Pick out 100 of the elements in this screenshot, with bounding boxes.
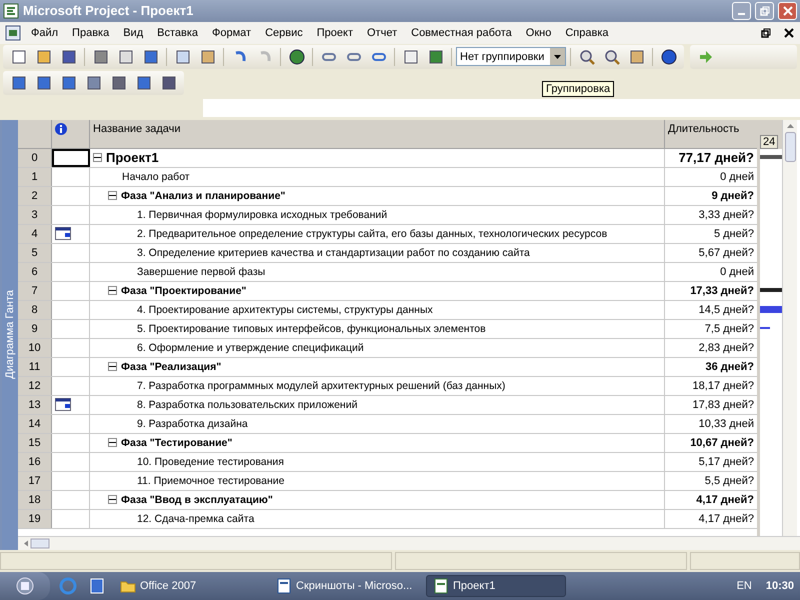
grouping-dropdown[interactable]: Нет группировки (456, 47, 566, 66)
duration-cell-text: 0 дней (719, 264, 755, 280)
collapse-toggle[interactable] (108, 286, 117, 296)
tooltip: Группировка (542, 81, 614, 97)
row-number: 12 (18, 376, 52, 395)
task-name: 10. Проведение тестирования (137, 456, 284, 468)
task-name: 4. Проектирование архитектуры системы, структуры данных (137, 304, 433, 316)
app-icon (3, 2, 19, 19)
zoom-out-icon (604, 48, 620, 65)
restore-icon (760, 6, 770, 16)
collapse-toggle[interactable] (108, 362, 117, 372)
duration-cell-text: 9 дней? (710, 188, 755, 204)
close-icon (784, 28, 794, 38)
entry-field[interactable] (203, 98, 800, 117)
task-name: 7. Разработка программных модулей архитектурных решений (баз данных) (137, 380, 506, 392)
task-name: 11. Приемочное тестирование (137, 474, 284, 487)
row-number: 8 (18, 300, 52, 319)
window-title: Microsoft Project - Проект1 (23, 3, 194, 18)
row-number: 15 (18, 434, 52, 452)
windows-logo-icon (16, 577, 34, 595)
collapse-toggle[interactable] (93, 153, 102, 162)
row-number: 17 (18, 472, 52, 490)
project-file-icon (433, 578, 449, 594)
arrow-icon (700, 50, 712, 63)
dropdown-button[interactable] (550, 48, 565, 66)
task-name: Проект1 (106, 150, 159, 166)
row-number: 2 (18, 186, 52, 205)
duration-cell-text: 5,17 дней? (698, 454, 755, 470)
menu-item[interactable]: Совместная работа (404, 26, 519, 39)
task-name: Фаза "Проектирование" (121, 284, 246, 297)
menu-item[interactable]: Вид (116, 26, 150, 39)
row-number: 9 (18, 320, 52, 338)
duration-cell-text: 14,5 дней? (698, 302, 755, 318)
row-number: 14 (18, 414, 52, 433)
duration-cell-text: 17,33 дней? (689, 284, 755, 299)
taskbar-button[interactable]: Скриншоты - Microso... (270, 575, 420, 597)
close-icon (782, 6, 792, 16)
collapse-toggle[interactable] (108, 191, 117, 200)
duration-cell-text: 2,83 дней? (698, 340, 755, 356)
menu-item[interactable]: Справка (558, 26, 616, 39)
task-name: Фаза "Ввод в эксплуатацию" (121, 494, 273, 506)
duration-cell-text: 5,5 дней? (704, 474, 755, 489)
task-name: 6. Оформление и утверждение спецификаций (137, 342, 364, 354)
collapse-toggle[interactable] (108, 438, 117, 448)
row-number: 3 (18, 206, 52, 224)
task-name: 5. Проектирование типовых интерфейсов, функциональных элементов (137, 322, 486, 335)
vertical-scrollbar[interactable] (782, 120, 797, 536)
clock: 10:30 (766, 580, 794, 592)
caret-icon (554, 54, 561, 59)
minimize-icon (738, 12, 745, 15)
menu-item[interactable]: Отчет (360, 26, 404, 39)
collapse-toggle[interactable] (108, 495, 117, 504)
taskbar-button[interactable]: Проект1 (426, 575, 566, 597)
duration-cell-text: 17,83 дней? (692, 398, 755, 413)
row-number: 16 (18, 452, 52, 471)
start-button[interactable] (0, 572, 50, 600)
row-number: 13 (18, 396, 52, 414)
zoom-in-icon (578, 48, 594, 65)
row-number: 7 (18, 282, 52, 300)
restore-icon (760, 28, 770, 38)
language-indicator[interactable]: EN (736, 580, 752, 592)
row-number: 0 (18, 148, 52, 167)
menu-item[interactable]: Формат (205, 26, 258, 39)
column-header[interactable]: Длительность (665, 120, 757, 148)
duration-cell-text: 77,17 дней? (678, 149, 755, 167)
task-name: 1. Первичная формулировка исходных требований (137, 208, 388, 221)
task-name: 12. Сдача-премка сайта (137, 512, 254, 525)
row-number: 4 (18, 224, 52, 243)
row-number: 6 (18, 262, 52, 281)
row-number: 19 (18, 510, 52, 528)
duration-cell-text: 7,5 дней? (704, 322, 755, 337)
column-header[interactable]: Название задачи (90, 120, 665, 148)
duration-cell-text: 18,17 дней? (692, 378, 755, 394)
task-name: Начало работ (122, 170, 190, 183)
menu-item[interactable]: Вставка (150, 26, 206, 39)
duration-cell-text: 36 дней? (704, 360, 755, 375)
row-number: 5 (18, 244, 52, 262)
task-name: Завершение первой фазы (137, 266, 266, 278)
taskbar-button[interactable]: Office 2007 (114, 575, 264, 597)
task-name: 8. Разработка пользовательских приложений (137, 398, 358, 411)
folder-icon (120, 579, 136, 593)
task-name: Фаза "Анализ и планирование" (121, 190, 286, 202)
duration-cell-text: 5 дней? (712, 226, 755, 242)
row-number: 10 (18, 338, 52, 357)
task-name: 2. Предварительное определение структуры сайта, его базы данных, технологических ресурсов (137, 228, 608, 240)
duration-cell-text: 4,17 дней? (698, 512, 755, 527)
scroll-thumb[interactable] (784, 132, 796, 162)
duration-cell-text: 5,67 дней? (698, 246, 755, 261)
menu-item[interactable]: Правка (65, 26, 116, 39)
task-name: 9. Разработка дизайна (137, 418, 248, 430)
duration-cell-text: 3,33 дней? (698, 208, 755, 223)
scroll-thumb[interactable] (30, 537, 50, 550)
horizontal-scrollbar[interactable] (18, 536, 800, 550)
menu-item[interactable]: Окно (518, 26, 558, 39)
menu-item[interactable]: Проект (310, 26, 360, 39)
duration-cell-text: 10,33 дней (698, 416, 755, 432)
browser-icon (58, 577, 76, 595)
menu-item[interactable]: Сервис (258, 26, 310, 39)
menu-item[interactable]: Файл (24, 26, 66, 39)
info-icon (55, 122, 67, 135)
